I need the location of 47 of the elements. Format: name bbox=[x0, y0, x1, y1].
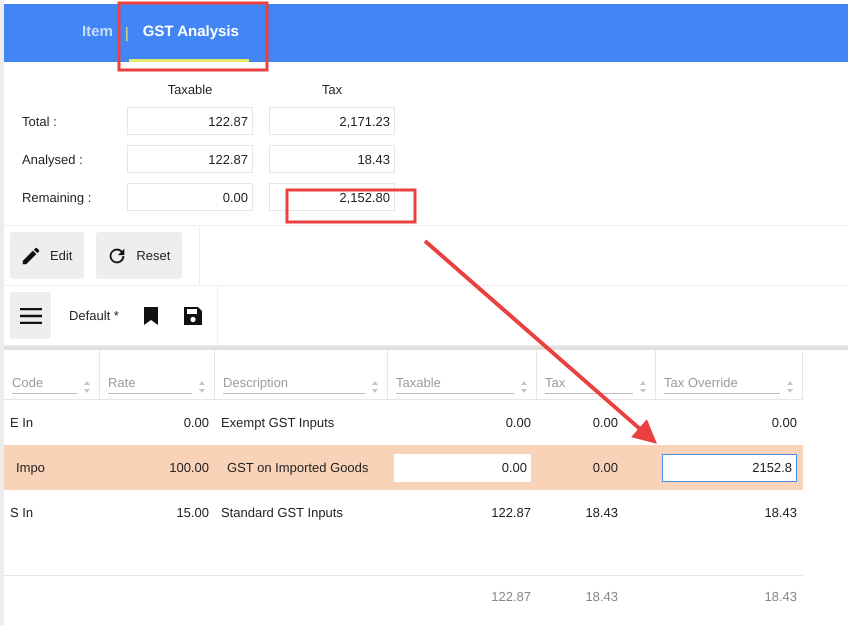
amount-field[interactable]: 122.87 bbox=[127, 107, 253, 135]
menu-button[interactable] bbox=[10, 292, 51, 339]
table-cell: Exempt GST Inputs bbox=[221, 415, 334, 430]
table-cell: 18.43 bbox=[585, 505, 618, 520]
edit-button[interactable]: Edit bbox=[10, 232, 84, 279]
bookmark-icon bbox=[142, 306, 159, 326]
reset-button[interactable]: Reset bbox=[96, 232, 182, 279]
sort-icon[interactable] bbox=[786, 380, 794, 394]
total-cell-text: 18.43 bbox=[584, 588, 619, 606]
table-row-cell[interactable]: E In bbox=[4, 400, 100, 445]
table-row-cell[interactable]: Impo bbox=[4, 445, 100, 490]
row-label: Analysed : bbox=[22, 152, 84, 166]
row-label: Total : bbox=[22, 114, 58, 128]
table-cell: 0.00 bbox=[184, 415, 209, 430]
table-cell: 0.00 bbox=[592, 415, 618, 430]
column-label: Taxable bbox=[166, 82, 214, 97]
cell-input[interactable]: 2152.8 bbox=[662, 454, 797, 482]
table-cell: 0.00 bbox=[506, 415, 531, 430]
sort-icon[interactable] bbox=[83, 380, 91, 394]
total-cell-text: 122.87 bbox=[490, 588, 532, 606]
cell-input[interactable]: 0.00 bbox=[394, 454, 531, 482]
tab-separator: | bbox=[124, 24, 129, 44]
save-icon bbox=[182, 306, 203, 326]
pencil-icon bbox=[20, 244, 42, 266]
amount-field[interactable]: 122.87 bbox=[127, 145, 253, 173]
amount-field[interactable]: 2,171.23 bbox=[269, 107, 395, 135]
sort-icon[interactable] bbox=[198, 380, 206, 394]
table-cell-text: GST on Imported Goods bbox=[226, 460, 368, 475]
row-label: Remaining : bbox=[22, 190, 92, 204]
menu-icon bbox=[20, 308, 42, 324]
amount-field[interactable]: 0.00 bbox=[127, 183, 253, 211]
total-cell-text: 18.43 bbox=[763, 588, 798, 606]
table-cell: Standard GST Inputs bbox=[221, 505, 343, 520]
table-cell: 18.43 bbox=[764, 505, 797, 520]
table-cell: 0.00 bbox=[592, 460, 618, 475]
table-cell: 0.00 bbox=[772, 415, 797, 430]
sort-icon[interactable] bbox=[520, 380, 528, 394]
view-name: Default * bbox=[69, 308, 119, 323]
sort-icon[interactable] bbox=[371, 380, 379, 394]
amount-field[interactable]: 18.43 bbox=[269, 145, 395, 173]
sort-icon[interactable] bbox=[639, 380, 647, 394]
tab[interactable]: GST Analysis bbox=[128, 4, 249, 62]
table-cell: 100.00 bbox=[169, 460, 209, 475]
column-label: Tax bbox=[320, 82, 344, 97]
table-row-cell[interactable]: S In bbox=[4, 490, 100, 535]
table-cell: 15.00 bbox=[176, 505, 209, 520]
table-cell: 122.87 bbox=[491, 505, 531, 520]
